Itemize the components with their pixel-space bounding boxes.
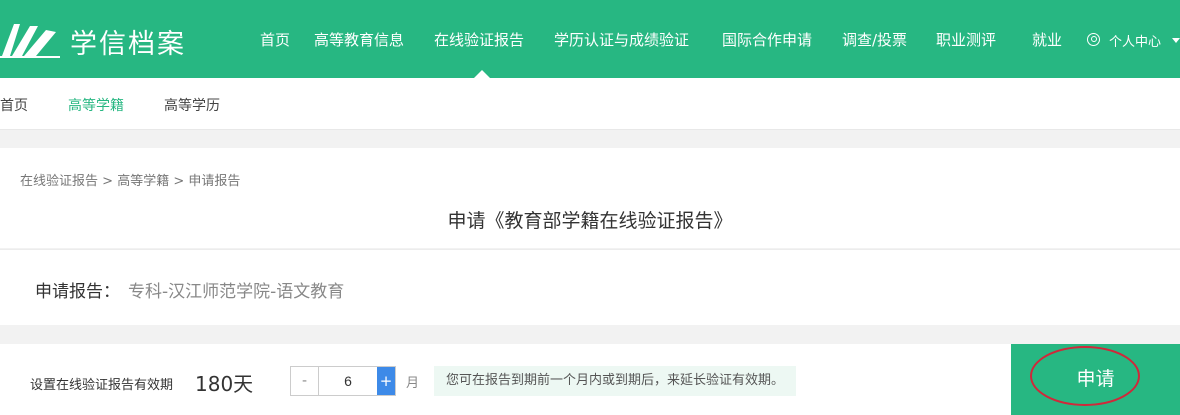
user-icon — [1087, 33, 1100, 46]
extend-hint: 您可在报告到期前一个月内或到期后，来延长验证有效期。 — [434, 366, 797, 396]
nav-international-cooperation[interactable]: 国际合作申请 — [722, 29, 812, 50]
top-nav-bar: 学信档案 首页 高等教育信息 在线验证报告 学历认证与成绩验证 国际合作申请 调… — [0, 0, 1180, 78]
active-nav-indicator — [474, 70, 490, 78]
sub-nav-bar: 首页 高等学籍 高等学历 — [0, 78, 1180, 130]
decrement-button[interactable]: - — [291, 367, 319, 395]
breadcrumb-separator: > — [98, 174, 118, 189]
month-input[interactable] — [319, 367, 377, 395]
nav-home[interactable]: 首页 — [260, 29, 290, 50]
chevron-down-icon[interactable] — [1172, 38, 1180, 43]
nav-career-test[interactable]: 职业测评 — [936, 29, 996, 50]
subnav-item-degree[interactable]: 高等学历 — [164, 95, 220, 115]
user-center-menu[interactable]: 个人中心 — [1109, 31, 1161, 50]
page-title: 申请《教育部学籍在线验证报告》 — [447, 210, 733, 232]
apply-button[interactable]: 申请 — [1011, 344, 1180, 415]
breadcrumb-item-current: 申请报告 — [188, 174, 241, 189]
validity-card: 设置在线验证报告有效期 180天 - + 月 您可在报告到期前一个月内或到期后，… — [0, 344, 1180, 415]
validity-days: 180天 — [195, 372, 254, 396]
month-stepper: - + — [290, 366, 396, 396]
validity-label: 设置在线验证报告有效期 — [30, 378, 174, 393]
month-unit-label: 月 — [406, 376, 420, 391]
logo-text: 学信档案 — [70, 29, 186, 60]
logo[interactable]: 学信档案 — [0, 18, 200, 62]
report-value: 专科-汉江师范学院-语文教育 — [128, 282, 345, 302]
subnav-item-home[interactable]: 首页 — [0, 95, 28, 115]
breadcrumb: 在线验证报告 > 高等学籍 > 申请报告 — [20, 170, 240, 189]
breadcrumb-item[interactable]: 在线验证报告 — [20, 174, 98, 189]
nav-degree-certification[interactable]: 学历认证与成绩验证 — [554, 29, 689, 50]
increment-button[interactable]: + — [377, 367, 395, 395]
breadcrumb-item[interactable]: 高等学籍 — [117, 174, 169, 189]
report-info-card: 申请报告： 专科-汉江师范学院-语文教育 — [0, 249, 1180, 325]
nav-employment[interactable]: 就业 — [1032, 29, 1062, 50]
nav-survey-vote[interactable]: 调查/投票 — [842, 29, 907, 50]
book-logo-icon — [0, 24, 60, 58]
breadcrumb-separator: > — [169, 174, 189, 189]
nav-higher-education-info[interactable]: 高等教育信息 — [314, 29, 404, 50]
title-card: 在线验证报告 > 高等学籍 > 申请报告 申请《教育部学籍在线验证报告》 — [0, 148, 1180, 248]
report-label: 申请报告： — [35, 282, 120, 302]
subnav-item-student-status[interactable]: 高等学籍 — [68, 95, 124, 115]
nav-online-verification-report[interactable]: 在线验证报告 — [434, 29, 524, 50]
